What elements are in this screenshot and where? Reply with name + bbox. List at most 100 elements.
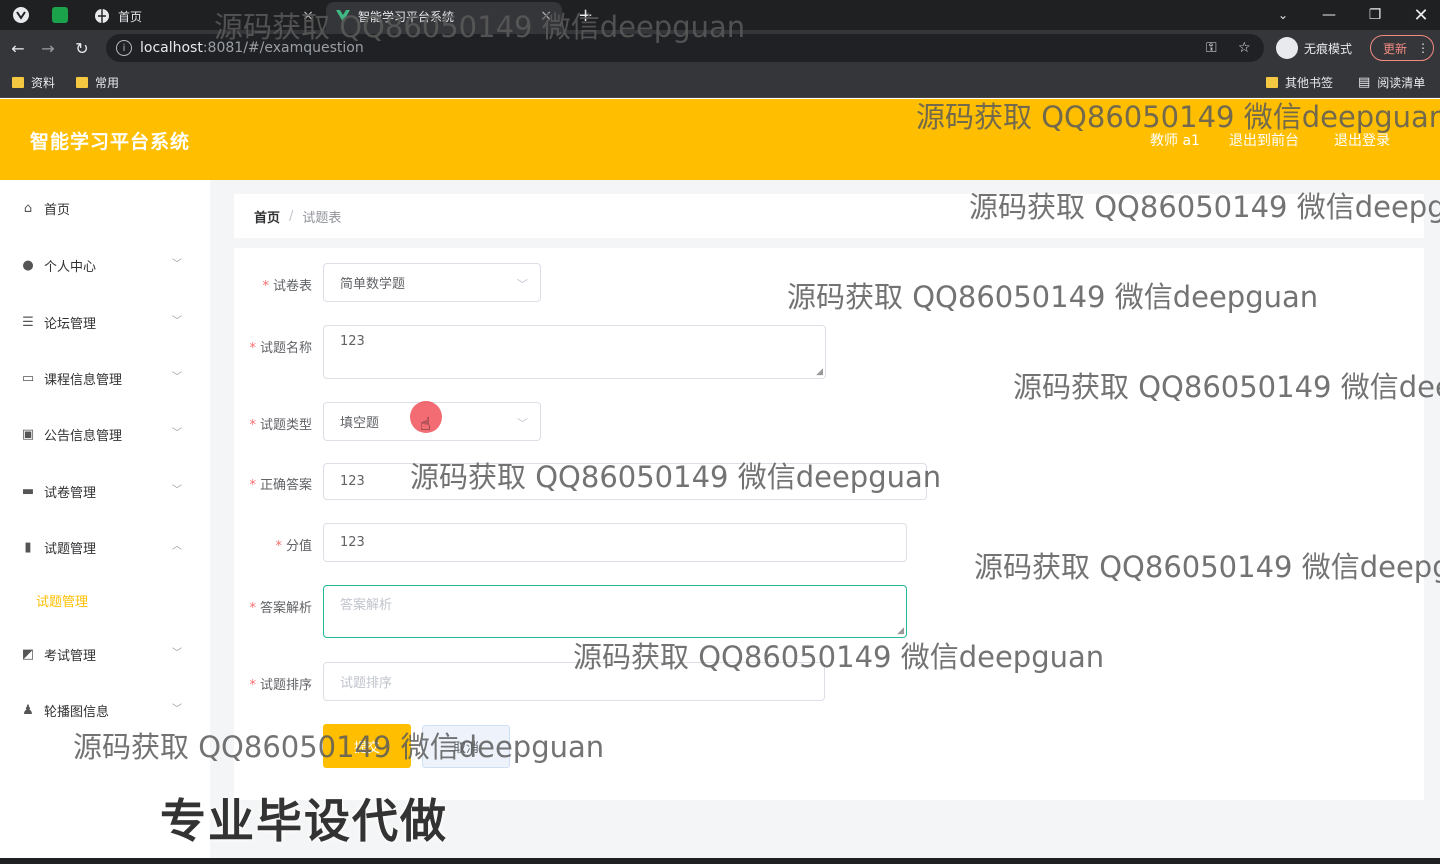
clipboard-icon: ▣ [21, 426, 35, 442]
laptop-icon: ▬ [21, 483, 35, 499]
to-front-link[interactable]: 退出到前台 [1229, 130, 1299, 150]
breadcrumb-home[interactable]: 首页 [254, 207, 280, 226]
bar-chart-icon: ▮ [24, 539, 32, 555]
sidebar-item-label: 试题管理 [44, 541, 97, 557]
reading-list-icon: ▤ [1358, 74, 1371, 90]
bookmark-folder[interactable]: 常用 [76, 66, 119, 98]
sidebar-item-profile[interactable]: ● 个人中心 ﹀ [0, 237, 210, 293]
sidebar-item-course[interactable]: ▭ 课程信息管理 ﹀ [0, 350, 210, 406]
bookmark-folder[interactable]: 资料 [12, 66, 55, 98]
score-input[interactable]: 123 [323, 523, 907, 562]
sidebar-item-label: 课程信息管理 [44, 372, 123, 388]
url-input[interactable]: i localhost:8081/#/examquestion [106, 34, 1264, 62]
name-label: * 试题名称 [249, 341, 312, 356]
sidebar-item-carousel[interactable]: ♟ 轮播图信息 ﹀ [0, 682, 210, 738]
app-header: 智能学习平台系统 教师 a1 退出到前台 退出登录 [0, 99, 1440, 180]
chevron-down-icon: ﹀ [172, 648, 182, 659]
star-icon[interactable]: ☆ [1238, 34, 1251, 62]
incognito-label: 无痕模式 [1304, 41, 1353, 56]
sidebar-item-question[interactable]: ▮ 试题管理 ︿ [0, 519, 210, 575]
update-button[interactable]: 更新 ⋮ [1370, 35, 1434, 61]
sidebar-item-home[interactable]: ⌂ 首页 [0, 180, 210, 236]
sidebar-item-label: 论坛管理 [44, 316, 97, 332]
answer-label: * 正确答案 [249, 478, 312, 493]
card-icon: ▭ [21, 370, 35, 386]
resize-handle-icon[interactable]: ◢ [897, 627, 904, 636]
folder-icon [76, 76, 88, 88]
minimize-icon[interactable]: — [1306, 0, 1352, 30]
close-icon[interactable]: × [540, 8, 552, 24]
tab-home-title: 首页 [118, 9, 143, 24]
vue-logo-icon [336, 10, 350, 22]
chevron-down-icon: ﹀ [172, 428, 182, 439]
submenu-item-question-manage[interactable]: 试题管理 [0, 575, 210, 625]
resize-handle-icon[interactable]: ◢ [816, 368, 823, 377]
sidebar-item-notice[interactable]: ▣ 公告信息管理 ﹀ [0, 406, 210, 462]
folder-icon [1266, 76, 1278, 88]
promo-banner: 专业毕设代做 [160, 794, 448, 848]
bookmark-label: 常用 [95, 75, 120, 90]
forward-icon[interactable]: → [38, 38, 58, 58]
chevron-down-icon: ﹀ [172, 316, 182, 327]
tab-platform-title: 智能学习平台系统 [358, 9, 455, 24]
analysis-label: * 答案解析 [249, 601, 312, 616]
breadcrumb-separator: / [289, 208, 294, 224]
sidebar-item-label: 轮播图信息 [44, 704, 110, 720]
reading-list[interactable]: ▤ 阅读清单 [1358, 66, 1425, 98]
browser-menu-icon[interactable] [12, 0, 30, 30]
chevron-down-icon: ﹀ [517, 277, 528, 291]
window-close-icon[interactable]: ✕ [1398, 0, 1440, 30]
type-select-value: 填空题 [340, 416, 380, 431]
url-path: :8081/#/examquestion [202, 40, 364, 56]
analysis-textarea[interactable]: 答案解析 ◢ [323, 585, 907, 638]
back-icon[interactable]: ← [8, 38, 28, 58]
reload-icon[interactable]: ↻ [72, 38, 92, 58]
bookmark-label: 其他书签 [1285, 75, 1334, 90]
submit-button[interactable]: 提交 [323, 724, 411, 768]
other-bookmarks[interactable]: 其他书签 [1266, 66, 1333, 98]
paper-select[interactable]: 简单数学题 ﹀ [323, 263, 541, 302]
app-tab-icon[interactable] [52, 0, 68, 30]
update-label: 更新 [1383, 41, 1408, 56]
cancel-button[interactable]: 取消 [422, 725, 510, 768]
chevron-down-icon: ﹀ [172, 485, 182, 496]
chevron-down-icon: ﹀ [172, 259, 182, 270]
sidebar-item-paper[interactable]: ▬ 试卷管理 ﹀ [0, 463, 210, 519]
paper-label: * 试卷表 [262, 279, 312, 294]
order-input[interactable]: 试题排序 [323, 662, 825, 701]
hand-cursor-icon: ☝ [420, 414, 431, 435]
more-icon: ⋮ [1417, 41, 1430, 55]
address-bar-row: ← → ↻ i localhost:8081/#/examquestion ⚿ … [0, 30, 1440, 66]
key-icon[interactable]: ⚿ [1206, 34, 1217, 62]
sidebar-item-label: 首页 [44, 202, 71, 218]
sidebar-item-forum[interactable]: ☰ 论坛管理 ﹀ [0, 294, 210, 350]
analysis-placeholder: 答案解析 [340, 598, 393, 613]
browser-tab-bar: 首页 × 智能学习平台系统 × + ⌄ — ❐ ✕ [0, 0, 1440, 30]
incognito-icon [1276, 37, 1298, 59]
score-label: * 分值 [275, 539, 312, 554]
bottom-strip [0, 858, 1440, 864]
tab-platform[interactable]: 智能学习平台系统 × [326, 2, 562, 30]
app-title: 智能学习平台系统 [30, 131, 191, 153]
sidebar-item-exam[interactable]: ◩ 考试管理 ﹀ [0, 626, 210, 682]
tab-home[interactable]: 首页 × [84, 2, 324, 30]
user-icon: ● [22, 257, 34, 273]
url-host: localhost [140, 40, 203, 56]
person-icon: ♟ [22, 702, 34, 718]
sliders-icon: ☰ [22, 314, 34, 330]
question-name-textarea[interactable]: 123 ◢ [323, 325, 826, 379]
incognito-indicator[interactable]: 无痕模式 [1276, 34, 1352, 62]
answer-input[interactable]: 123 [323, 463, 927, 500]
breadcrumb: 首页 / 试题表 [234, 194, 1424, 238]
sidebar-item-label: 考试管理 [44, 648, 97, 664]
logout-link[interactable]: 退出登录 [1334, 130, 1390, 150]
site-info-icon[interactable]: i [116, 40, 132, 56]
new-tab-button[interactable]: + [578, 0, 593, 30]
folder-icon [12, 76, 24, 88]
tab-search-icon[interactable]: ⌄ [1260, 0, 1306, 30]
close-icon[interactable]: × [302, 8, 314, 24]
order-label: * 试题排序 [249, 678, 312, 693]
chevron-down-icon: ﹀ [172, 704, 182, 715]
home-icon: ⌂ [23, 200, 33, 216]
restore-icon[interactable]: ❐ [1352, 0, 1398, 30]
